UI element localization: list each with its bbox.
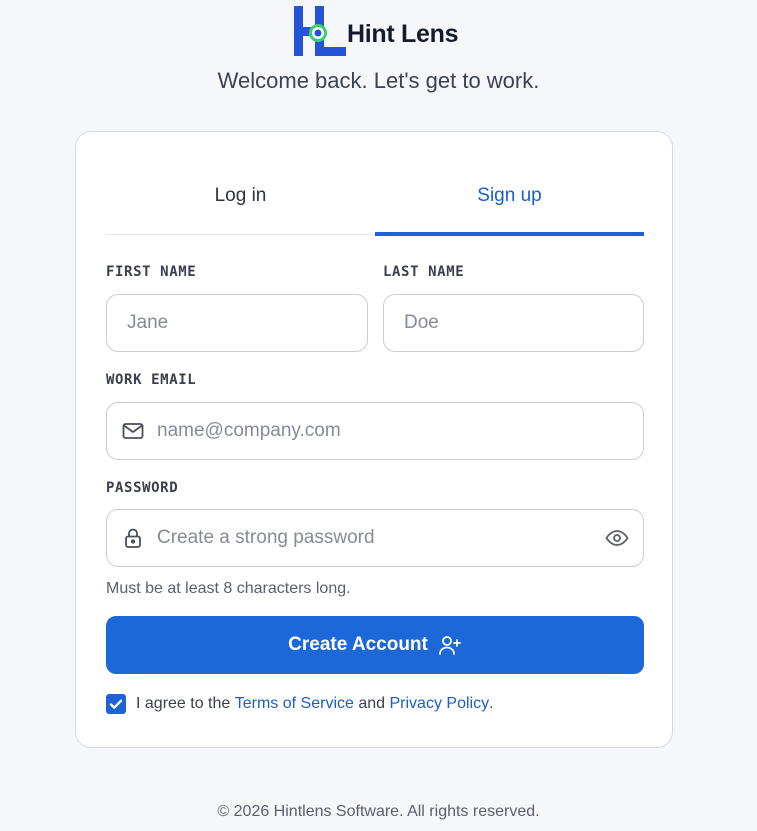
user-plus-icon [438,634,462,656]
lock-icon [121,526,145,550]
password-field[interactable] [106,509,644,567]
hint-lens-logo-icon [294,6,346,56]
first-name-label: FIRST NAME [106,264,197,280]
password-input[interactable] [157,510,605,566]
agree-suffix: . [489,695,494,712]
work-email-input[interactable] [157,403,643,459]
auth-tabs: Log in Sign up [106,162,644,236]
create-account-button[interactable]: Create Account [106,616,644,674]
footer-copyright: © 2026 Hintlens Software. All rights res… [217,803,540,820]
work-email-label: WORK EMAIL [106,372,197,388]
last-name-field[interactable] [383,294,644,352]
brand-logo: Hint Lens [293,5,459,57]
password-hint: Must be at least 8 characters long. [106,580,351,597]
first-name-input[interactable] [127,295,367,351]
work-email-field[interactable] [106,402,644,460]
tab-log-in[interactable]: Log in [106,162,375,234]
create-account-label: Create Account [288,634,428,655]
brand-name: Hint Lens [347,19,459,48]
last-name-input[interactable] [404,295,643,351]
agree-and: and [358,695,386,712]
terms-agreement: I agree to the Terms of Service and Priv… [106,694,494,714]
terms-of-service-link[interactable]: Terms of Service [235,695,354,713]
tab-sign-up[interactable]: Sign up [375,162,644,236]
checkmark-icon [109,699,123,709]
agree-prefix: I agree to the [136,695,231,712]
last-name-label: LAST NAME [383,264,465,280]
eye-icon[interactable] [605,526,629,550]
mail-icon [121,419,145,443]
password-label: PASSWORD [106,480,179,496]
signup-card: Log in Sign up FIRST NAME LAST NAME WORK… [75,131,673,748]
privacy-policy-link[interactable]: Privacy Policy [390,695,490,713]
agree-checkbox[interactable] [106,694,126,714]
welcome-heading: Welcome back. Let's get to work. [217,68,540,93]
first-name-field[interactable] [106,294,368,352]
